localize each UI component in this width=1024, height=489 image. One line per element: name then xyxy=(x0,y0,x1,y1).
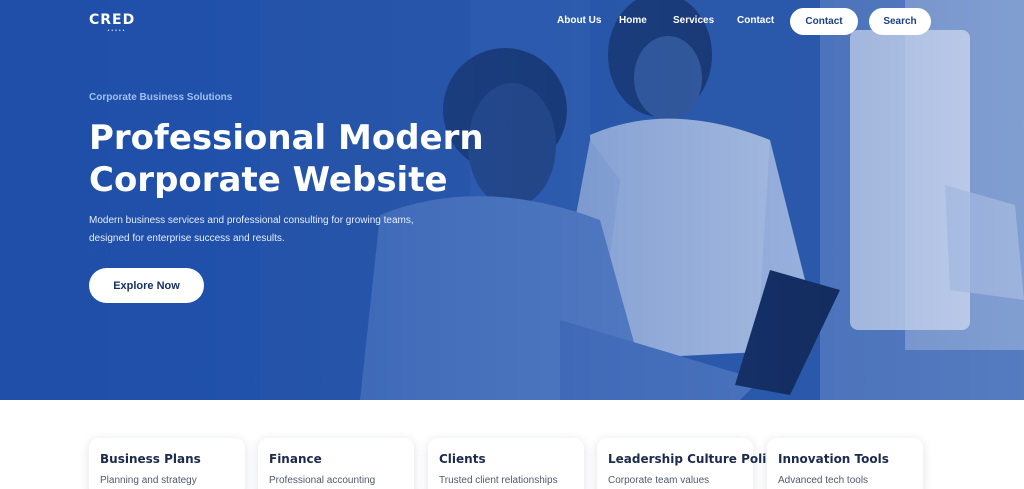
card-title: Business Plans xyxy=(100,452,201,466)
card-description: Corporate team values xyxy=(608,475,710,486)
card-title: Clients xyxy=(439,452,486,466)
brand-logo[interactable]: CRED ••••• xyxy=(89,12,145,34)
hero-title-line-1: Professional Modern xyxy=(89,118,484,158)
hero-section: CRED ••••• About Us Home Services Contac… xyxy=(0,0,1024,400)
card-title: Finance xyxy=(269,452,322,466)
feature-card-finance[interactable]: Finance Professional accounting xyxy=(258,438,414,489)
card-title: Innovation Tools xyxy=(778,452,889,466)
contact-button[interactable]: Contact xyxy=(790,8,858,35)
explore-now-button[interactable]: Explore Now xyxy=(89,268,204,303)
card-description: Advanced tech tools xyxy=(778,475,869,486)
logo-wordmark: CRED xyxy=(89,12,136,28)
hero-title: Professional Modern Corporate Website xyxy=(89,117,484,201)
feature-card-clients[interactable]: Clients Trusted client relationships xyxy=(428,438,584,489)
card-description: Planning and strategy xyxy=(100,475,197,486)
logo-tagline: ••••• xyxy=(107,28,127,34)
hero-description: Modern business services and professiona… xyxy=(89,212,449,248)
top-navbar: CRED ••••• About Us Home Services Contac… xyxy=(0,0,1024,44)
hero-title-line-2: Corporate Website xyxy=(89,160,448,200)
nav-link-home[interactable]: Home xyxy=(619,15,647,26)
card-description: Professional accounting xyxy=(269,475,376,486)
nav-link-about[interactable]: About Us xyxy=(557,15,601,26)
hero-description-line-1: Modern business services and professiona… xyxy=(89,215,414,226)
hero-eyebrow: Corporate Business Solutions xyxy=(89,92,233,103)
search-button[interactable]: Search xyxy=(869,8,931,35)
hero-description-line-2: designed for enterprise success and resu… xyxy=(89,233,285,244)
card-description: Trusted client relationships xyxy=(439,475,558,486)
feature-card-leadership[interactable]: Leadership Culture Policy Corporate team… xyxy=(597,438,782,489)
feature-card-business-plans[interactable]: Business Plans Planning and strategy xyxy=(89,438,245,489)
card-title: Leadership Culture Policy xyxy=(608,452,782,466)
nav-link-contact[interactable]: Contact xyxy=(737,15,774,26)
feature-card-innovation[interactable]: Innovation Tools Advanced tech tools xyxy=(767,438,923,489)
nav-link-services[interactable]: Services xyxy=(673,15,714,26)
